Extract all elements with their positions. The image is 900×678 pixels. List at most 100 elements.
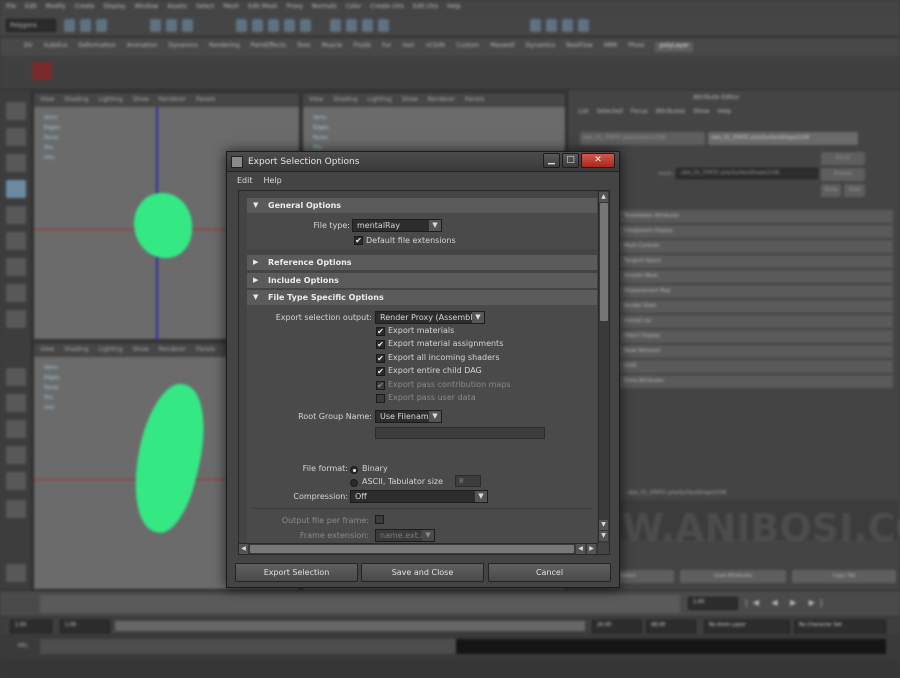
move-tool-icon[interactable] xyxy=(6,180,26,198)
four-view-layout-icon[interactable] xyxy=(6,394,26,412)
output-per-frame-checkbox[interactable] xyxy=(375,515,384,524)
attr-menu-item[interactable]: Selected xyxy=(597,108,623,115)
attribute-section-row[interactable]: UUID xyxy=(608,360,893,374)
start-time-field[interactable]: 1.00 xyxy=(10,620,52,633)
section-reference-options[interactable]: ▶ Reference Options xyxy=(247,255,597,270)
soft-mod-tool-icon[interactable] xyxy=(6,284,26,302)
export-output-dropdown[interactable]: Render Proxy (Assembly) ▼ xyxy=(375,311,485,324)
shelf-tab[interactable]: Dynamics xyxy=(526,42,556,52)
shelf-tab[interactable]: MRR xyxy=(604,42,618,52)
current-frame-field[interactable]: 1.00 xyxy=(688,597,738,610)
dialog-titlebar[interactable]: Export Selection Options ▁ □ ✕ xyxy=(227,152,619,172)
character-set-selector[interactable]: No Character Set xyxy=(794,620,886,633)
node-name-field[interactable]: obis_01_STATIC:polySurfaceShape2108 xyxy=(676,168,818,179)
checkbox-export-entire-child-dag[interactable]: ✔ xyxy=(376,367,385,377)
attribute-section-row[interactable]: Displacement Map xyxy=(608,285,893,299)
menu-edit[interactable]: Edit xyxy=(237,176,253,185)
save-scene-icon[interactable] xyxy=(96,19,107,32)
menu-item-proxy[interactable]: Proxy xyxy=(286,3,302,13)
menu-help[interactable]: Help xyxy=(264,176,282,185)
save-and-close-button[interactable]: Save and Close xyxy=(361,563,484,582)
scale-tool-icon[interactable] xyxy=(6,232,26,250)
checkbox-export-materials[interactable]: ✔ xyxy=(376,327,385,336)
show-manipulator-icon[interactable] xyxy=(6,310,26,328)
ipr-render-icon[interactable] xyxy=(362,19,373,32)
scroll-up-arrow-icon[interactable]: ▲ xyxy=(599,192,608,202)
menu-item-create[interactable]: Create xyxy=(75,3,95,13)
horizontal-scroll-thumb[interactable] xyxy=(250,545,574,553)
shelf-tab[interactable]: Fur xyxy=(382,42,391,52)
menu-item-normals[interactable]: Normals xyxy=(312,3,337,13)
show-button[interactable]: Show xyxy=(821,184,841,197)
attr-menu-item[interactable]: List xyxy=(578,108,589,115)
format-binary-radio[interactable] xyxy=(350,466,358,474)
scroll-right-arrow-icon[interactable]: ▶ xyxy=(587,544,596,554)
scroll-left-arrow-icon[interactable]: ◀ xyxy=(576,544,585,554)
shelf-tab[interactable]: Animation xyxy=(127,42,158,52)
shelf-tab[interactable]: PaintEffects xyxy=(251,42,286,52)
section-include-options[interactable]: ▶ Include Options xyxy=(247,273,597,288)
snap-point-icon[interactable] xyxy=(268,19,279,32)
menu-item-window[interactable]: Window xyxy=(135,3,159,13)
export-selection-button[interactable]: Export Selection xyxy=(235,563,358,582)
select-object-icon[interactable] xyxy=(166,19,177,32)
menu-item-edit[interactable]: Edit xyxy=(25,3,37,13)
snap-curve-icon[interactable] xyxy=(252,19,263,32)
format-ascii-radio[interactable] xyxy=(350,479,358,487)
menu-item-color[interactable]: Color xyxy=(346,3,362,13)
shelf-tab[interactable]: Muscle xyxy=(322,42,343,52)
scroll-down-arrow-icon[interactable]: ▼ xyxy=(599,520,608,530)
attr-menu-item[interactable]: Focus xyxy=(631,108,648,115)
menu-item-create-uvs[interactable]: Create UVs xyxy=(370,3,403,13)
shelf-tab[interactable]: Subdivs xyxy=(44,42,68,52)
attribute-section-row[interactable]: mental ray xyxy=(608,315,893,329)
shelf-tab[interactable]: Dir xyxy=(24,42,33,52)
close-button[interactable]: ✕ xyxy=(581,153,615,168)
anim-layer-selector[interactable]: No Anim Layer xyxy=(704,620,790,633)
attribute-section-row[interactable]: Extra Attributes xyxy=(608,375,893,389)
open-scene-icon[interactable] xyxy=(80,19,91,32)
menu-item-edit-uvs[interactable]: Edit UVs xyxy=(413,3,438,13)
node-tab-shape[interactable]: obis_01_STATIC:polySurfaceShape2108 xyxy=(708,132,858,145)
range-slider[interactable]: 1.00 1.00 24.00 48.00 No Anim Layer No C… xyxy=(0,618,900,634)
attribute-section-row[interactable]: Tangent Space xyxy=(608,255,893,269)
section-general-options[interactable]: ▼ General Options xyxy=(247,198,597,213)
presets-button[interactable]: Presets xyxy=(821,168,865,181)
menu-item-assets[interactable]: Assets xyxy=(167,3,187,13)
select-hierarchy-icon[interactable] xyxy=(150,19,161,32)
minimize-button[interactable]: ▁ xyxy=(543,153,560,168)
history-icon[interactable] xyxy=(330,19,341,32)
copy-tab-button[interactable]: Copy Tab xyxy=(792,570,896,583)
rotate-tool-icon[interactable] xyxy=(6,206,26,224)
playback-end-field[interactable]: 24.00 xyxy=(592,620,642,633)
menu-item-modify[interactable]: Modify xyxy=(46,3,66,13)
menu-item-display[interactable]: Display xyxy=(104,3,126,13)
default-extensions-checkbox[interactable]: ✔ xyxy=(354,236,363,245)
root-group-dropdown[interactable]: Use Filename ▼ xyxy=(375,410,442,423)
shelf-tool-icon[interactable] xyxy=(32,62,52,80)
select-tool-icon[interactable] xyxy=(6,102,26,120)
vertical-scrollbar[interactable]: ▲ ▼ ▼ xyxy=(598,191,609,543)
paint-select-tool-icon[interactable] xyxy=(6,154,26,172)
scroll-down-arrow-icon[interactable]: ▼ xyxy=(599,531,608,541)
menu-item-mesh[interactable]: Mesh xyxy=(223,3,239,13)
load-attributes-button[interactable]: Load Attributes xyxy=(680,570,786,583)
shelf-tab[interactable]: Dynamics xyxy=(168,42,198,52)
section-file-type-specific-options[interactable]: ▼ File Type Specific Options xyxy=(247,290,597,305)
checkbox-export-material-assignments[interactable]: ✔ xyxy=(376,340,385,350)
shelf-tab[interactable]: Deformation xyxy=(78,42,115,52)
persp-graph-layout-icon[interactable] xyxy=(6,446,26,464)
menu-set-selector[interactable]: Polygons xyxy=(6,19,56,32)
checkbox-export-all-incoming-shaders[interactable]: ✔ xyxy=(376,353,385,363)
file-type-dropdown[interactable]: mentalRay ▼ xyxy=(352,219,442,232)
show-attribute-editor-icon[interactable] xyxy=(546,19,557,32)
node-tab-transform[interactable]: obis_01_STATIC:polySurface2108 xyxy=(580,132,705,145)
menu-item-select[interactable]: Select xyxy=(196,3,215,13)
checkbox-export-pass-user-data[interactable] xyxy=(376,394,385,403)
single-perspective-layout-icon[interactable] xyxy=(6,368,26,386)
quick-layout-icon[interactable] xyxy=(6,564,26,582)
shelf-tab[interactable]: polyLayer xyxy=(655,42,693,52)
persp-outliner-layout-icon[interactable] xyxy=(6,420,26,438)
shelf-tab[interactable]: Maxwell xyxy=(490,42,514,52)
focus-button[interactable]: Focus xyxy=(821,152,865,165)
